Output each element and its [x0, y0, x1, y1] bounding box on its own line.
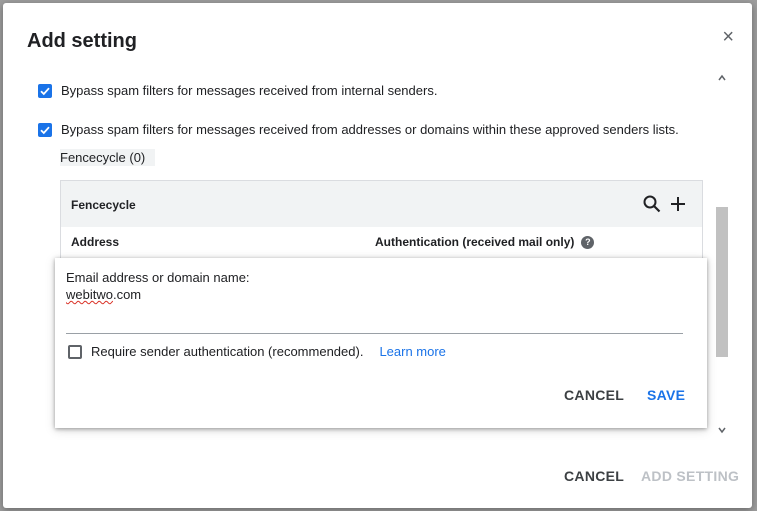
- table-actions: [642, 194, 688, 214]
- search-icon[interactable]: [642, 194, 662, 214]
- table-header: Fencecycle: [61, 181, 702, 227]
- help-icon[interactable]: ?: [581, 235, 595, 249]
- cancel-button[interactable]: CANCEL: [564, 468, 624, 484]
- approved-senders-label: Bypass spam filters for messages receive…: [61, 122, 679, 137]
- column-address: Address: [71, 235, 120, 249]
- column-authentication-label: Authentication (received mail only): [375, 235, 575, 249]
- dialog-title: Add setting: [27, 30, 137, 52]
- table-column-headers: Address Authentication (received mail on…: [61, 227, 702, 257]
- address-input[interactable]: webitwo .com: [66, 287, 683, 334]
- require-auth-label: Require sender authentication (recommend…: [91, 344, 364, 359]
- check-icon: [40, 87, 50, 95]
- approved-senders-checkbox[interactable]: [38, 122, 52, 137]
- popup-cancel-button[interactable]: CANCEL: [564, 387, 624, 403]
- address-field-label: Email address or domain name:: [66, 270, 250, 285]
- internal-senders-checkbox[interactable]: [38, 83, 52, 98]
- require-auth-checkbox[interactable]: [68, 344, 82, 359]
- require-auth-option[interactable]: Require sender authentication (recommend…: [68, 344, 446, 359]
- internal-senders-option[interactable]: Bypass spam filters for messages receive…: [38, 83, 437, 98]
- sender-list-chip[interactable]: Fencecycle (0): [60, 149, 156, 166]
- scrollbar[interactable]: [716, 69, 728, 439]
- column-authentication: Authentication (received mail only) ?: [375, 235, 595, 249]
- table-title: Fencecycle: [71, 198, 136, 212]
- check-icon: [40, 126, 50, 134]
- learn-more-link[interactable]: Learn more: [379, 344, 445, 359]
- internal-senders-label: Bypass spam filters for messages receive…: [61, 83, 438, 98]
- scroll-up-icon[interactable]: [716, 73, 728, 85]
- approved-senders-option[interactable]: Bypass spam filters for messages receive…: [38, 122, 679, 137]
- close-icon[interactable]: ×: [722, 27, 734, 47]
- address-input-rest: .com: [112, 287, 142, 302]
- scrollbar-thumb[interactable]: [716, 207, 728, 357]
- add-setting-dialog: Add setting × Bypass spam filters for me…: [3, 3, 752, 508]
- add-setting-button[interactable]: ADD SETTING: [641, 468, 739, 484]
- add-address-popup: Email address or domain name: webitwo .co…: [55, 258, 707, 428]
- scroll-down-icon[interactable]: [716, 425, 728, 437]
- address-input-misspelled: webitwo: [66, 287, 113, 302]
- add-icon[interactable]: [668, 194, 688, 214]
- popup-save-button[interactable]: SAVE: [647, 387, 685, 403]
